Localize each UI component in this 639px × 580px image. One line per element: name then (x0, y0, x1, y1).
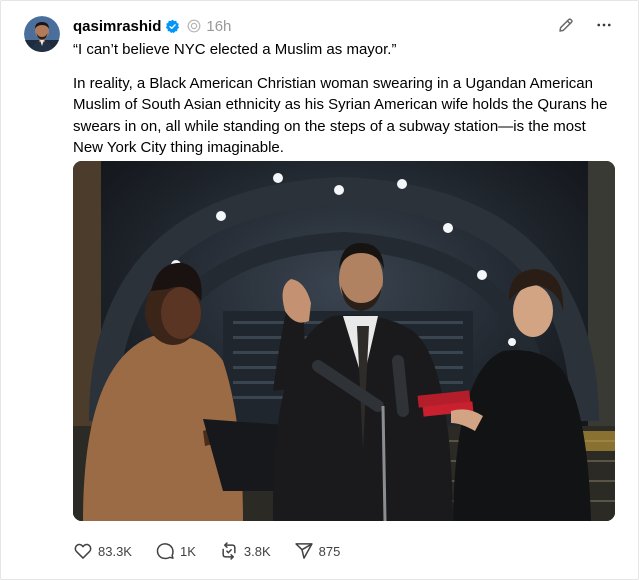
post-actions: 83.3K 1K 3.8K 875 (73, 541, 363, 561)
threads-icon (187, 19, 201, 33)
repost-button[interactable]: 3.8K (219, 541, 271, 561)
reply-button[interactable]: 1K (155, 541, 196, 561)
post-text: “I can’t believe NYC elected a Muslim as… (73, 39, 613, 159)
post-photo[interactable] (73, 161, 615, 521)
avatar[interactable] (24, 16, 60, 52)
ellipsis-icon[interactable] (594, 15, 614, 35)
post-time[interactable]: 16h (206, 18, 231, 35)
like-count: 83.3K (98, 543, 132, 559)
comment-icon (156, 543, 174, 560)
reply-count: 1K (179, 543, 196, 559)
repost-count: 3.8K (243, 543, 271, 559)
share-count: 875 (318, 543, 341, 559)
share-button[interactable]: 875 (294, 541, 341, 561)
verified-badge-icon (165, 19, 180, 34)
post-body: In reality, a Black American Christian w… (73, 74, 608, 157)
like-button[interactable]: 83.3K (73, 541, 132, 561)
heart-icon (74, 543, 92, 559)
username[interactable]: qasimrashid (73, 18, 161, 35)
post-menu-area (556, 15, 614, 35)
pencil-icon[interactable] (556, 15, 576, 35)
post-card: qasimrashid 16h “I can’t believe NYC ele… (0, 0, 639, 580)
send-icon (294, 543, 313, 559)
swearing-in-photo (73, 161, 615, 521)
post-quote: “I can’t believe NYC elected a Muslim as… (73, 41, 397, 58)
avatar-image (24, 16, 60, 52)
post-header: qasimrashid 16h (73, 16, 231, 36)
repost-icon (222, 542, 236, 560)
